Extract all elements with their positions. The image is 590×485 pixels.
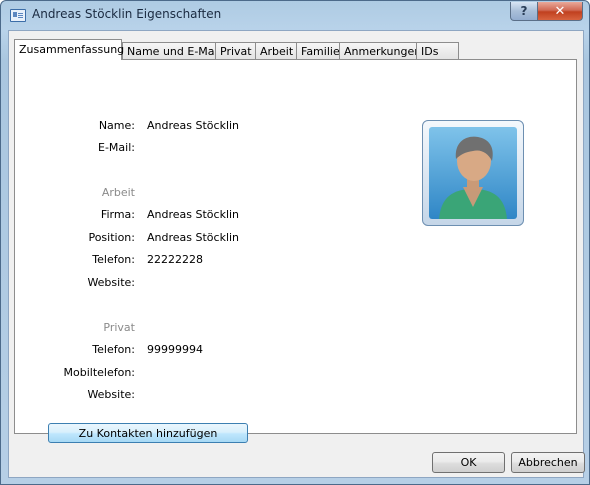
cancel-button[interactable]: Abbrechen [511,452,585,473]
work-website-label: Website: [87,276,135,289]
position-value: Andreas Stöcklin [147,231,240,244]
contact-photo[interactable] [422,120,524,226]
dialog-body: Zusammenfassung Name und E-Mail Privat A… [8,30,585,478]
tab-arbeit[interactable]: Arbeit [255,42,297,59]
name-label: Name: [98,119,135,132]
work-section-heading: Arbeit [101,186,135,199]
ok-button[interactable]: OK [432,452,505,473]
person-silhouette-icon [429,127,517,219]
position-label: Position: [88,231,135,244]
home-phone-label: Telefon: [92,343,135,356]
tab-ids[interactable]: IDs [416,42,459,59]
home-website-label: Website: [87,388,135,401]
close-button[interactable]: ✕ [537,2,583,21]
properties-window: Andreas Stöcklin Eigenschaften ? ✕ Zusam… [0,0,590,485]
tab-familie[interactable]: Familie [296,42,340,59]
work-phone-label: Telefon: [92,253,135,266]
email-label: E-Mail: [98,141,135,154]
title-bar[interactable]: Andreas Stöcklin Eigenschaften [1,1,589,29]
tab-anmerkungen[interactable]: Anmerkungen [339,42,421,59]
window-title: Andreas Stöcklin Eigenschaften [32,7,222,21]
work-phone-value: 22222228 [147,253,203,266]
tab-zusammenfassung[interactable]: Zusammenfassung [14,39,124,60]
contact-card-icon [10,9,26,22]
company-value: Andreas Stöcklin [147,208,240,221]
private-section-heading: Privat [103,321,135,334]
help-button[interactable]: ? [510,2,538,21]
tab-name-email[interactable]: Name und E-Mail [122,42,221,59]
add-to-contacts-button[interactable]: Zu Kontakten hinzufügen [48,423,248,443]
name-value: Andreas Stöcklin [147,119,240,132]
tab-privat[interactable]: Privat [215,42,256,59]
summary-panel: Name: Andreas Stöcklin E-Mail: Arbeit Fi… [14,59,577,443]
mobile-label: Mobiltelefon: [63,366,136,379]
company-label: Firma: [100,208,135,221]
home-phone-value: 99999994 [147,343,203,356]
